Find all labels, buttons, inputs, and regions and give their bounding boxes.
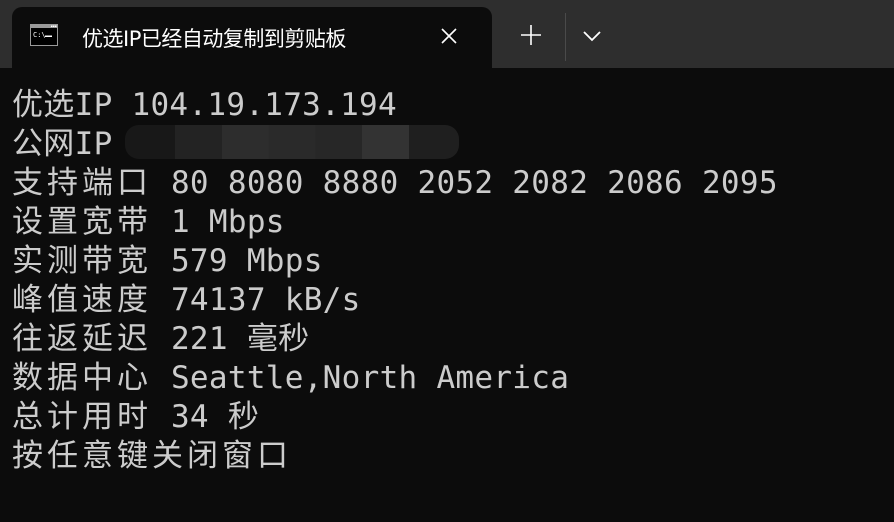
close-icon[interactable]	[440, 27, 458, 45]
plus-icon[interactable]	[518, 22, 544, 48]
redacted-ip-mask	[125, 125, 459, 159]
line-value: 74137 kB/s	[152, 282, 361, 318]
line-label: 往返延迟	[12, 321, 152, 357]
terminal-line-datacenter: 数据中心 Seattle,North America	[12, 359, 569, 398]
terminal-line-peak-speed: 峰值速度 74137 kB/s	[12, 281, 361, 320]
command-prompt-icon: C:\	[30, 24, 58, 46]
line-label: 实测带宽	[12, 243, 152, 279]
chevron-down-icon[interactable]	[580, 28, 604, 44]
line-value: 104.19.173.194	[112, 87, 397, 123]
line-label: 总计用时	[12, 399, 152, 435]
terminal-line-ports: 支持端口 80 8080 8880 2052 2082 2086 2095	[12, 164, 778, 203]
terminal-line-latency: 往返延迟 221 毫秒	[12, 320, 309, 359]
terminal-line-total-time: 总计用时 34 秒	[12, 398, 259, 437]
terminal-line-public-ip: 公网IP	[12, 125, 113, 164]
terminal-line-set-bandwidth: 设置宽带 1 Mbps	[12, 203, 285, 242]
line-label: 峰值速度	[12, 282, 152, 318]
terminal-line-press-any-key: 按任意键关闭窗口	[12, 437, 292, 476]
line-value: 80 8080 8880 2052 2082 2086 2095	[152, 165, 778, 201]
line-label: 数据中心	[12, 360, 152, 396]
line-value: 34 秒	[152, 399, 260, 435]
line-label: 优选IP	[12, 87, 113, 123]
terminal-output[interactable]: 优选IP 104.19.173.194 公网IP 支持端口 80 8080 88…	[0, 68, 894, 522]
tab-active[interactable]: C:\ 优选IP已经自动复制到剪贴板	[12, 7, 492, 68]
line-label: 设置宽带	[12, 204, 152, 240]
tab-separator	[565, 13, 566, 61]
line-label: 按任意键关闭窗口	[12, 438, 292, 474]
line-label: 支持端口	[12, 165, 152, 201]
terminal-line-measured-bandwidth: 实测带宽 579 Mbps	[12, 242, 323, 281]
tab-bar: C:\ 优选IP已经自动复制到剪贴板	[0, 0, 894, 68]
line-value: 1 Mbps	[152, 204, 285, 240]
tab-title: 优选IP已经自动复制到剪贴板	[82, 27, 346, 51]
line-value: 579 Mbps	[152, 243, 323, 279]
terminal-line-best-ip: 优选IP 104.19.173.194	[12, 86, 397, 125]
line-label: 公网IP	[12, 126, 113, 162]
line-value: Seattle,North America	[152, 360, 570, 396]
line-value: 221 毫秒	[152, 321, 310, 357]
svg-text:C:\: C:\	[33, 31, 46, 39]
